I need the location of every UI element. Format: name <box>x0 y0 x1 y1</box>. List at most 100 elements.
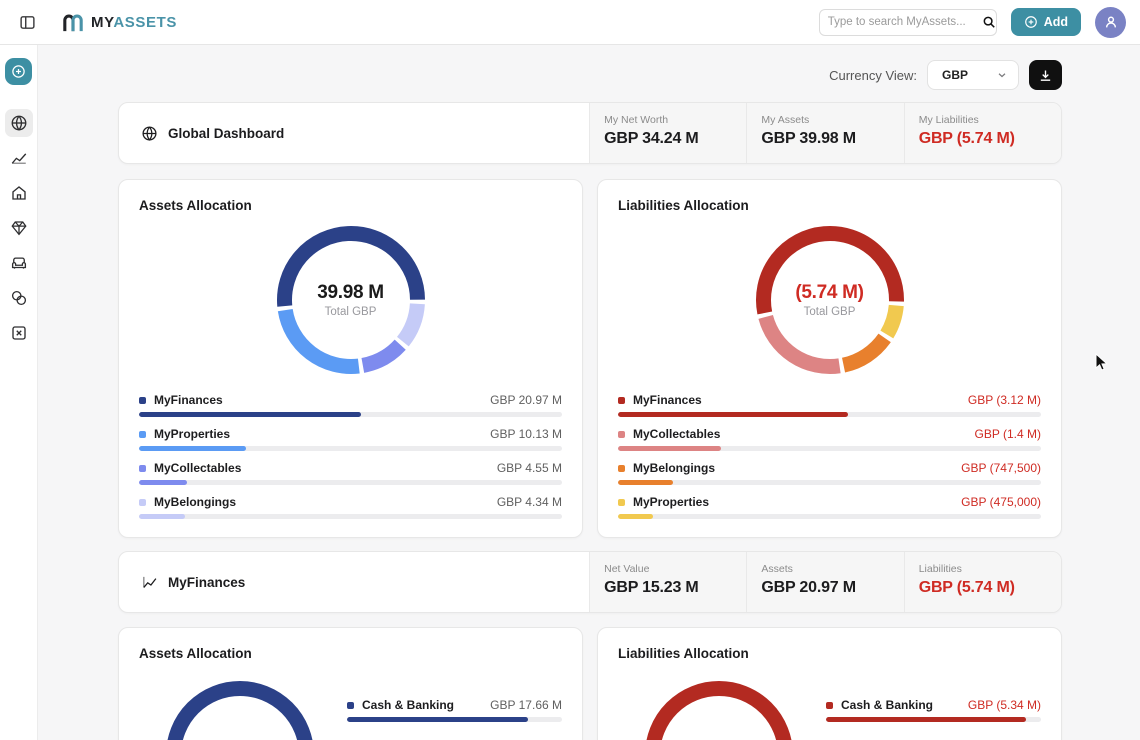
liabilities-legend: MyFinances GBP (3.12 M) MyCollectables G… <box>618 393 1041 519</box>
search-input[interactable] <box>828 16 982 28</box>
legend-bar-fill <box>139 480 187 485</box>
myfinances-stats: Net Value GBP 15.23 M Assets GBP 20.97 M… <box>589 552 1061 612</box>
currency-select[interactable]: GBP <box>927 60 1019 90</box>
legend-dot <box>618 397 625 404</box>
plus-circle-icon <box>11 64 26 79</box>
myassets-logo-icon <box>62 12 84 32</box>
legend-bar-fill <box>618 480 673 485</box>
global-dashboard-title[interactable]: Global Dashboard <box>119 103 589 163</box>
gem-icon <box>10 219 28 237</box>
sidebar-item-my-properties[interactable] <box>5 179 33 207</box>
global-dashboard-header-card: Global Dashboard My Net Worth GBP 34.24 … <box>118 102 1062 164</box>
finances-assets-title: Assets Allocation <box>139 646 562 661</box>
chevron-down-icon <box>996 69 1008 81</box>
assets-allocation-card: Assets Allocation 39.98 M Total GBP MyF <box>118 179 583 538</box>
sidebar-item-my-finances[interactable] <box>5 144 33 172</box>
finances-assets-legend: Cash & Banking GBP 17.66 M <box>347 698 562 740</box>
legend-bar-fill <box>826 717 1026 722</box>
legend-row: MyFinances GBP (3.12 M) <box>618 393 1041 417</box>
legend-bar-track <box>347 717 562 722</box>
assets-total-value: 39.98 M <box>317 282 384 304</box>
sidebar-item-global-dashboard[interactable] <box>5 109 33 137</box>
finances-assets-allocation-card: Assets Allocation Cash & Banking GBP 17.… <box>118 627 583 740</box>
assets-donut-chart: 39.98 M Total GBP <box>276 225 426 375</box>
sidebar-item-my-collectables[interactable] <box>5 214 33 242</box>
legend-row: MyProperties GBP 10.13 M <box>139 427 562 451</box>
globe-icon <box>10 114 28 132</box>
user-avatar[interactable] <box>1095 7 1126 38</box>
legend-dot <box>139 431 146 438</box>
legend-row: Cash & Banking GBP (5.34 M) <box>826 698 1041 722</box>
search-icon[interactable] <box>982 15 996 29</box>
finances-liabilities-donut <box>644 680 794 740</box>
main-content: Currency View: GBP Global Dashboard <box>38 45 1140 740</box>
currency-selected-value: GBP <box>942 68 968 82</box>
legend-row: MyProperties GBP (475,000) <box>618 495 1041 519</box>
legend-bar-track <box>139 412 562 417</box>
legend-row: MyBelongings GBP 4.34 M <box>139 495 562 519</box>
legend-dot <box>618 465 625 472</box>
plus-circle-icon <box>1024 15 1038 29</box>
stat-net-value: Net Value GBP 15.23 M <box>589 552 746 612</box>
stat-assets: My Assets GBP 39.98 M <box>746 103 903 163</box>
home-icon <box>10 184 28 202</box>
legend-dot <box>139 397 146 404</box>
left-sidebar <box>0 45 38 740</box>
assets-allocation-title: Assets Allocation <box>139 198 562 213</box>
liabilities-donut-chart: (5.74 M) Total GBP <box>755 225 905 375</box>
legend-bar-fill <box>139 446 246 451</box>
legend-bar-fill <box>347 717 528 722</box>
finances-liabilities-allocation-card: Liabilities Allocation Cash & Banking GB… <box>597 627 1062 740</box>
global-stats: My Net Worth GBP 34.24 M My Assets GBP 3… <box>589 103 1061 163</box>
legend-bar-track <box>618 412 1041 417</box>
legend-bar-fill <box>139 514 185 519</box>
user-icon <box>1103 14 1119 30</box>
stat-assets: Assets GBP 20.97 M <box>746 552 903 612</box>
sidebar-item-close[interactable] <box>5 319 33 347</box>
stat-liabilities: Liabilities GBP (5.74 M) <box>904 552 1061 612</box>
x-square-icon <box>10 324 28 342</box>
legend-bar-track <box>139 446 562 451</box>
finances-liabilities-legend: Cash & Banking GBP (5.34 M) <box>826 698 1041 740</box>
line-chart-icon <box>10 149 28 167</box>
currency-view-label: Currency View: <box>829 68 917 83</box>
sidebar-toggle-icon[interactable] <box>14 9 40 35</box>
legend-bar-fill <box>618 446 721 451</box>
legend-bar-track <box>618 514 1041 519</box>
legend-dot <box>618 499 625 506</box>
coins-icon <box>10 289 28 307</box>
legend-bar-track <box>618 480 1041 485</box>
download-icon <box>1038 68 1053 83</box>
liabilities-allocation-card: Liabilities Allocation (5.74 M) Total GB… <box>597 179 1062 538</box>
liabilities-total-value: (5.74 M) <box>795 282 863 304</box>
legend-bar-track <box>826 717 1041 722</box>
sidebar-add-button[interactable] <box>5 58 32 85</box>
legend-dot <box>826 702 833 709</box>
legend-bar-track <box>139 514 562 519</box>
stat-net-worth: My Net Worth GBP 34.24 M <box>589 103 746 163</box>
legend-bar-fill <box>139 412 361 417</box>
add-button[interactable]: Add <box>1011 8 1081 36</box>
finances-assets-donut <box>165 680 315 740</box>
legend-row: MyBelongings GBP (747,500) <box>618 461 1041 485</box>
currency-toolbar: Currency View: GBP <box>38 59 1062 91</box>
assets-legend: MyFinances GBP 20.97 M MyProperties GBP … <box>139 393 562 519</box>
stat-liabilities: My Liabilities GBP (5.74 M) <box>904 103 1061 163</box>
legend-bar-track <box>618 446 1041 451</box>
legend-row: Cash & Banking GBP 17.66 M <box>347 698 562 722</box>
myfinances-title[interactable]: MyFinances <box>119 552 589 612</box>
globe-icon <box>141 125 158 142</box>
line-chart-icon <box>141 574 158 591</box>
legend-bar-fill <box>618 412 848 417</box>
legend-row: MyFinances GBP 20.97 M <box>139 393 562 417</box>
legend-row: MyCollectables GBP 4.55 M <box>139 461 562 485</box>
download-button[interactable] <box>1029 60 1062 90</box>
legend-dot <box>347 702 354 709</box>
search-box[interactable] <box>819 9 997 36</box>
app-name: MYASSETS <box>91 14 177 31</box>
sidebar-item-my-belongings[interactable] <box>5 249 33 277</box>
legend-dot <box>139 499 146 506</box>
legend-bar-track <box>139 480 562 485</box>
legend-row: MyCollectables GBP (1.4 M) <box>618 427 1041 451</box>
sidebar-item-my-liabilities[interactable] <box>5 284 33 312</box>
